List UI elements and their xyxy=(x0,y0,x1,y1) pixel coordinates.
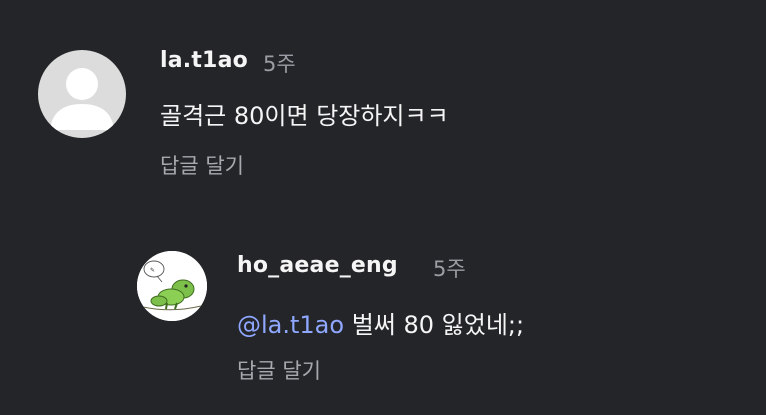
comment-timestamp: 5주 xyxy=(263,52,296,76)
user-silhouette-icon xyxy=(50,68,114,130)
reply-button[interactable]: 답글 달기 xyxy=(160,150,244,180)
mention-link[interactable]: @la.t1ao xyxy=(237,311,344,339)
cartoon-dinosaur-avatar-icon[interactable]: ✎ xyxy=(137,251,207,321)
reply-text: 벌써 80 잃었네;; xyxy=(344,311,525,339)
reply-button[interactable]: 답글 달기 xyxy=(237,355,321,385)
reply-timestamp: 5주 xyxy=(433,257,466,281)
dinosaur-drawing-icon: ✎ xyxy=(137,251,207,321)
default-user-avatar-icon[interactable] xyxy=(38,50,126,138)
reply-username[interactable]: ho_aeae_eng xyxy=(237,253,398,278)
reply-text-line: @la.t1ao 벌써 80 잃었네;; xyxy=(237,305,524,340)
comment-username[interactable]: la.t1ao xyxy=(160,48,248,73)
comment-text: 골격근 80이면 당장하지ㅋㅋ xyxy=(160,102,449,130)
svg-text:✎: ✎ xyxy=(150,267,155,274)
